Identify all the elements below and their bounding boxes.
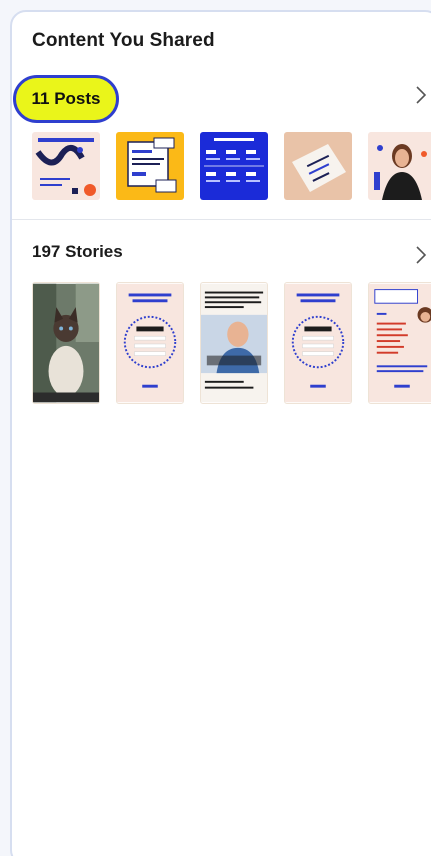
section-divider [12, 219, 431, 220]
chevron-right-icon[interactable] [411, 244, 431, 266]
post-thumbnail[interactable] [200, 132, 268, 200]
story-thumbnail[interactable] [32, 282, 100, 404]
content-shared-card: Content You Shared 11 Posts 197 Stories [10, 10, 431, 856]
story-thumbnail[interactable] [116, 282, 184, 404]
stories-count-label[interactable]: 197 Stories [32, 242, 123, 262]
posts-section-header[interactable]: 11 Posts [12, 74, 431, 123]
post-thumbnail[interactable] [284, 132, 352, 200]
chevron-right-icon[interactable] [411, 84, 431, 106]
story-thumbnail[interactable] [284, 282, 352, 404]
page-title: Content You Shared [32, 30, 215, 51]
story-thumbnail[interactable] [368, 282, 431, 404]
story-thumbnail[interactable] [200, 282, 268, 404]
post-thumbnail[interactable] [32, 132, 100, 200]
posts-thumbnail-row [32, 132, 431, 200]
post-thumbnail[interactable] [368, 132, 431, 200]
stories-thumbnail-row [32, 282, 431, 404]
stories-section-header[interactable]: 197 Stories [12, 234, 431, 274]
posts-count-pill[interactable]: 11 Posts [13, 75, 119, 123]
post-thumbnail[interactable] [116, 132, 184, 200]
